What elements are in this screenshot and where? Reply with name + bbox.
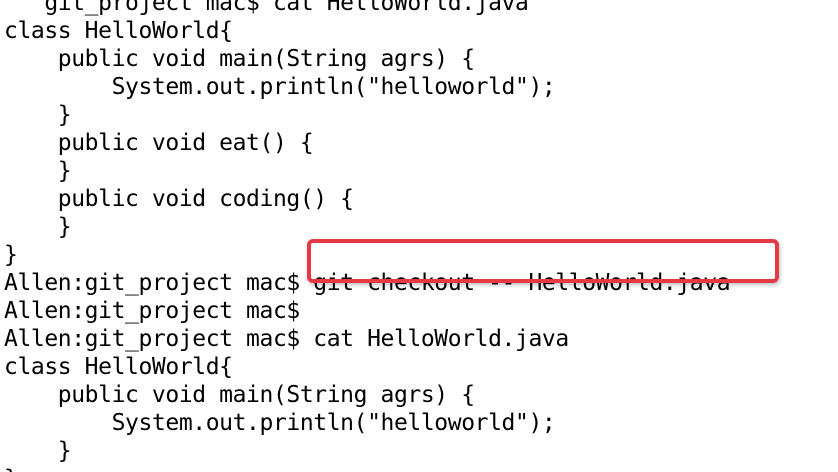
code-line-main-method: public void main(String agrs) { — [4, 382, 475, 408]
code-line-class-declaration: class HelloWorld{ — [4, 18, 233, 44]
terminal-window[interactable]: git_project mac$ cat HelloWorld.java cla… — [0, 0, 838, 472]
code-line-println: System.out.println("helloworld"); — [4, 74, 556, 100]
code-line-main-method: public void main(String agrs) { — [4, 46, 475, 72]
code-line-close-brace: } — [4, 214, 72, 240]
code-line-eat-method: public void eat() { — [4, 130, 314, 156]
terminal-output: git_project mac$ cat HelloWorld.java cla… — [4, 0, 731, 472]
prompt-line-cat: Allen:git_project mac$ cat HelloWorld.ja… — [4, 326, 569, 352]
prompt-line-empty: Allen:git_project mac$ — [4, 298, 300, 324]
code-line-class-close: } — [4, 465, 730, 472]
code-line-println: System.out.println("helloworld"); — [4, 410, 556, 436]
code-line-close-brace: } — [4, 102, 72, 128]
code-line-close-brace: } — [4, 438, 72, 464]
code-line-coding-method: public void coding() { — [4, 186, 354, 212]
code-line-close-brace: } — [4, 158, 72, 184]
code-line-class-declaration: class HelloWorld{ — [4, 354, 233, 380]
code-line-class-close: } — [4, 242, 18, 268]
prompt-line-git-checkout: Allen:git_project mac$ git checkout -- H… — [4, 270, 731, 296]
terminal-line-cut-off: git_project mac$ cat HelloWorld.java — [4, 0, 529, 16]
